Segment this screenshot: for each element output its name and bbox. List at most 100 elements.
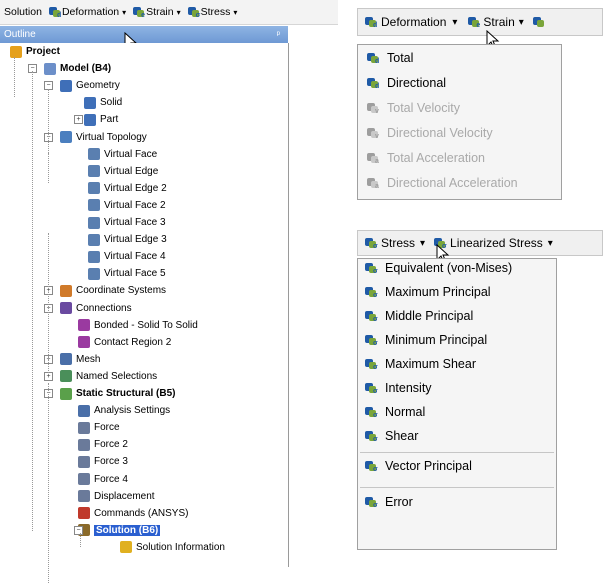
tree-item-project[interactable]: Project: [10, 43, 60, 60]
chevron-down-icon: ▾: [518, 16, 524, 28]
tree-guide-line: [48, 153, 49, 183]
tree-item-named-selections[interactable]: Named Selections: [60, 368, 157, 385]
menu-item-label: Error: [385, 495, 413, 509]
pin-icon[interactable]: ᵖ: [277, 26, 280, 43]
mesh-icon: [60, 353, 72, 366]
outline-header: Outline ᵖ: [0, 26, 288, 43]
tree-item-force-2[interactable]: Force 2: [78, 436, 128, 453]
stress-menu-item-equivalent-von-mises[interactable]: σ Equivalent (von-Mises): [364, 261, 512, 275]
tree-item-virtual-face-4[interactable]: Virtual Face 4: [88, 248, 166, 265]
tree-guide-line: [48, 383, 49, 583]
chevron-down-icon: ▾: [547, 237, 553, 249]
tree-item-commands[interactable]: Commands (ANSYS): [78, 505, 188, 522]
menu-item-label: Maximum Shear: [385, 357, 476, 371]
tree-item-label: Force: [94, 422, 120, 434]
results-toolbar: Solution d Deformation ▾ e Strain ▾ σ St…: [0, 0, 338, 25]
tree-item-analysis-settings[interactable]: Analysis Settings: [78, 402, 170, 419]
virtual-face-icon: [88, 216, 100, 229]
tree-item-label: Commands (ANSYS): [94, 507, 189, 519]
tree-item-force-3[interactable]: Force 3: [78, 453, 128, 470]
stress-menu-item-vector-principal[interactable]: σ Vector Principal: [364, 459, 472, 473]
virtual-face-icon: [88, 250, 100, 263]
tree-item-label: Model (B4): [60, 63, 112, 75]
stress-icon: σ: [187, 6, 201, 19]
outline-tree[interactable]: Project Model (B4) − Geometry − Solid Part + Vir…: [0, 43, 289, 583]
project-icon: [10, 45, 22, 58]
chevron-down-icon: ▾: [176, 7, 181, 17]
tree-item-label: Force 3: [94, 456, 128, 468]
tree-item-label: Contact Region 2: [94, 336, 172, 348]
connections-icon: [60, 302, 72, 314]
tree-item-virtual-edge[interactable]: Virtual Edge: [88, 163, 158, 180]
linearized-stress-dropdown-button[interactable]: σ Linearized Stress ▾: [433, 236, 553, 250]
tree-item-coordinate-systems[interactable]: Coordinate Systems: [60, 282, 166, 299]
deformation-icon: v: [366, 102, 380, 115]
tree-item-virtual-face-3[interactable]: Virtual Face 3: [88, 214, 166, 231]
deformation-menu-item-total[interactable]: d Total: [366, 51, 413, 65]
force-icon: [78, 473, 90, 485]
stress-menu-item-minimum-principal[interactable]: σ Minimum Principal: [364, 333, 487, 347]
virtual-edge-icon: [88, 165, 100, 178]
tree-item-displacement[interactable]: Displacement: [78, 488, 155, 505]
tree-item-bonded[interactable]: Bonded - Solid To Solid: [78, 317, 198, 334]
stress-dropdown-button-open[interactable]: σ Stress ▾: [364, 236, 425, 250]
tree-guide-line: [32, 71, 33, 531]
stress-menu-item-middle-principal[interactable]: σ Middle Principal: [364, 309, 473, 323]
tree-item-virtual-face-5[interactable]: Virtual Face 5: [88, 265, 166, 282]
displacement-icon: [78, 490, 90, 503]
stress-menu-item-normal[interactable]: σ Normal: [364, 405, 425, 419]
deformation-icon: a: [366, 152, 380, 165]
tree-item-label: Virtual Face: [104, 148, 158, 160]
deformation-dropdown-button[interactable]: d Deformation ▾: [48, 6, 126, 19]
stress-menu-item-maximum-principal[interactable]: σ Maximum Principal: [364, 285, 491, 299]
stress-menu-item-shear[interactable]: σ Shear: [364, 429, 418, 443]
stress-menu-item-maximum-shear[interactable]: σ Maximum Shear: [364, 357, 476, 371]
menu-item-label: Vector Principal: [385, 459, 472, 473]
tree-item-geometry[interactable]: Geometry: [60, 77, 120, 94]
stress-icon-partial[interactable]: [532, 16, 546, 29]
strain-dropdown-button[interactable]: e Strain ▾: [467, 15, 524, 29]
strain-dropdown-button[interactable]: e Strain ▾: [132, 6, 181, 19]
tree-item-virtual-edge-2[interactable]: Virtual Edge 2: [88, 180, 167, 197]
tree-item-label: Virtual Edge 2: [104, 182, 167, 194]
virtual-face-icon: [88, 199, 100, 212]
coordinate-systems-icon: [60, 284, 72, 297]
virtual-edge-icon: [88, 233, 100, 246]
menu-item-label: Total Velocity: [387, 101, 460, 115]
expand-icon[interactable]: +: [74, 115, 83, 125]
virtual-topology-icon: [60, 131, 72, 143]
tree-item-force[interactable]: Force: [78, 419, 120, 436]
tree-item-label: Virtual Topology: [76, 131, 147, 143]
tree-item-virtual-topology[interactable]: Virtual Topology: [60, 129, 147, 146]
stress-dropdown-button[interactable]: σ Stress ▾: [187, 6, 237, 19]
tree-item-solution-information[interactable]: Solution Information: [120, 539, 225, 556]
deformation-icon: d: [48, 6, 62, 19]
tree-item-solid[interactable]: Solid: [84, 94, 122, 111]
collapse-icon[interactable]: −: [74, 525, 83, 535]
deformation-menu-item-directional[interactable]: d Directional: [366, 76, 446, 90]
tree-item-static-structural[interactable]: Static Structural (B5): [60, 385, 175, 402]
tree-item-mesh[interactable]: Mesh: [60, 351, 100, 368]
stress-menu-item-error[interactable]: σ Error: [364, 495, 413, 509]
tree-item-virtual-face[interactable]: Virtual Face: [88, 146, 157, 163]
tree-item-solution[interactable]: Solution (B6): [78, 522, 161, 539]
tree-item-label: Solid: [100, 97, 123, 109]
tree-item-label: Force 2: [94, 439, 128, 451]
tree-item-label: Coordinate Systems: [76, 285, 167, 297]
expand-icon[interactable]: +: [44, 371, 53, 381]
tree-item-contact-region-2[interactable]: Contact Region 2: [78, 334, 171, 351]
tree-item-connections[interactable]: Connections: [60, 300, 132, 317]
deformation-dropdown-button-open[interactable]: d Deformation ▾: [364, 15, 457, 29]
tree-item-virtual-face-2[interactable]: Virtual Face 2: [88, 197, 166, 214]
deformation-menu-item-directional-acceleration: a Directional Acceleration: [366, 176, 518, 190]
stress-icon: σ: [364, 382, 378, 395]
stress-menu-item-intensity[interactable]: σ Intensity: [364, 381, 432, 395]
menu-item-label: Directional Acceleration: [387, 176, 518, 190]
virtual-face-icon: [88, 267, 100, 280]
tree-item-label: Static Structural (B5): [76, 388, 176, 399]
tree-item-force-4[interactable]: Force 4: [78, 471, 128, 488]
tree-item-virtual-edge-3[interactable]: Virtual Edge 3: [88, 231, 167, 248]
deformation-toolbar: d Deformation ▾ e Strain ▾: [357, 8, 603, 36]
tree-item-part[interactable]: Part: [84, 111, 118, 128]
tree-item-model[interactable]: Model (B4): [44, 60, 111, 77]
